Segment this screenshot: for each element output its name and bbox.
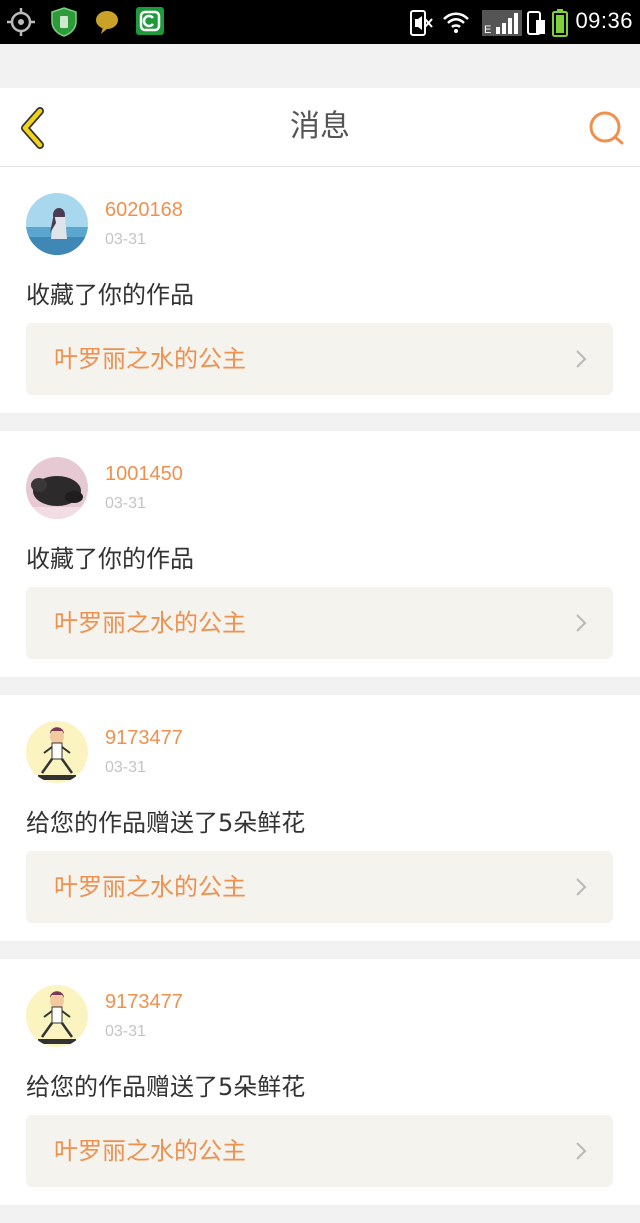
username[interactable]: 9173477 xyxy=(105,991,183,1014)
mute-icon xyxy=(408,10,434,40)
search-button[interactable] xyxy=(588,110,626,148)
message-date: 03-31 xyxy=(105,1023,146,1040)
work-title: 叶罗丽之水的公主 xyxy=(54,609,246,637)
avatar[interactable] xyxy=(26,193,88,255)
chevron-right-icon xyxy=(576,350,587,368)
message-text: 给您的作品赠送了5朵鲜花 xyxy=(26,1073,306,1101)
username[interactable]: 6020168 xyxy=(105,199,183,222)
status-time: 09:36 xyxy=(575,8,633,33)
message-text: 给您的作品赠送了5朵鲜花 xyxy=(26,809,306,837)
shield-security-icon xyxy=(50,7,78,41)
chat-bubble-icon xyxy=(94,7,120,41)
search-icon xyxy=(589,111,624,145)
message-date: 03-31 xyxy=(105,759,146,776)
chevron-right-icon xyxy=(576,878,587,896)
work-link[interactable]: 叶罗丽之水的公主 xyxy=(26,587,613,659)
message-card: 6020168 03-31 收藏了你的作品 叶罗丽之水的公主 xyxy=(0,167,640,413)
work-title: 叶罗丽之水的公主 xyxy=(54,345,246,373)
work-link[interactable]: 叶罗丽之水的公主 xyxy=(26,323,613,395)
message-date: 03-31 xyxy=(105,495,146,512)
message-card: 1001450 03-31 收藏了你的作品 叶罗丽之水的公主 xyxy=(0,431,640,677)
page-title: 消息 xyxy=(290,109,350,144)
app-header: 消息 xyxy=(0,88,640,167)
work-link[interactable]: 叶罗丽之水的公主 xyxy=(26,851,613,923)
signal-icon: E xyxy=(482,10,522,40)
chevron-right-icon xyxy=(576,614,587,632)
gps-icon xyxy=(6,7,36,41)
work-link[interactable]: 叶罗丽之水的公主 xyxy=(26,1115,613,1187)
message-card: 9173477 03-31 给您的作品赠送了5朵鲜花 叶罗丽之水的公主 xyxy=(0,695,640,941)
app-c-icon xyxy=(136,7,164,39)
avatar-cartoon-girl xyxy=(26,721,88,783)
avatar[interactable] xyxy=(26,721,88,783)
avatar[interactable] xyxy=(26,457,88,519)
avatar[interactable] xyxy=(26,985,88,1047)
work-title: 叶罗丽之水的公主 xyxy=(54,873,246,901)
message-date: 03-31 xyxy=(105,231,146,248)
avatar-cartoon-girl xyxy=(26,985,88,1047)
message-list: 6020168 03-31 收藏了你的作品 叶罗丽之水的公主 1001450 0… xyxy=(0,167,640,1223)
status-bar: E 09:36 xyxy=(0,0,640,44)
work-title: 叶罗丽之水的公主 xyxy=(54,1137,246,1165)
username[interactable]: 1001450 xyxy=(105,463,183,486)
avatar-girl-sea xyxy=(26,193,88,255)
message-text: 收藏了你的作品 xyxy=(26,281,194,309)
message-card: 9173477 03-31 给您的作品赠送了5朵鲜花 叶罗丽之水的公主 xyxy=(0,959,640,1205)
wifi-icon xyxy=(442,11,470,37)
message-text: 收藏了你的作品 xyxy=(26,545,194,573)
network-type-label: E xyxy=(484,24,491,36)
chevron-right-icon xyxy=(576,1142,587,1160)
phone-battery-icon xyxy=(526,11,546,39)
battery-icon xyxy=(552,9,568,41)
username[interactable]: 9173477 xyxy=(105,727,183,750)
avatar-dark-animal xyxy=(26,457,88,519)
